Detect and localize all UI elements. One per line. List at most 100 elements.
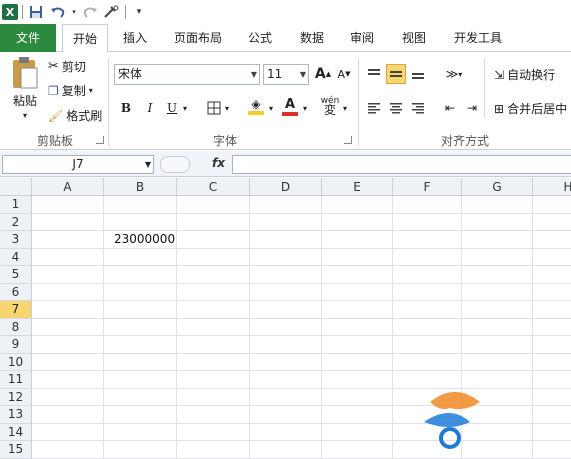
- cell-d5[interactable]: [250, 266, 322, 284]
- cell-d12[interactable]: [250, 388, 322, 406]
- save-icon[interactable]: [27, 3, 45, 21]
- cell-g7[interactable]: [462, 301, 533, 319]
- customize-icon[interactable]: [103, 3, 121, 21]
- cell-a3[interactable]: [32, 231, 104, 249]
- cell-e14[interactable]: [322, 423, 393, 441]
- cell-a2[interactable]: [32, 213, 104, 231]
- row-header-15[interactable]: 15: [0, 441, 32, 459]
- align-middle-button[interactable]: [386, 64, 406, 84]
- column-header-b[interactable]: B: [104, 178, 177, 196]
- cell-d6[interactable]: [250, 283, 322, 301]
- row-header-9[interactable]: 9: [0, 336, 32, 354]
- tab-home[interactable]: 开始: [62, 24, 108, 53]
- fill-color-button[interactable]: ◈: [246, 96, 266, 116]
- cell-g4[interactable]: [462, 248, 533, 266]
- undo-icon[interactable]: [49, 3, 67, 21]
- cell-h5[interactable]: [533, 266, 571, 284]
- cell-g1[interactable]: [462, 196, 533, 214]
- cell-f6[interactable]: [393, 283, 462, 301]
- cell-c6[interactable]: [177, 283, 250, 301]
- cell-b10[interactable]: [104, 353, 177, 371]
- cell-a5[interactable]: [32, 266, 104, 284]
- align-bottom-button[interactable]: [408, 64, 428, 84]
- cell-c4[interactable]: [177, 248, 250, 266]
- format-painter-button[interactable]: 🖌 格式刷: [48, 107, 102, 124]
- row-header-13[interactable]: 13: [0, 406, 32, 424]
- row-header-11[interactable]: 11: [0, 371, 32, 389]
- cell-c2[interactable]: [177, 213, 250, 231]
- cell-h10[interactable]: [533, 354, 571, 371]
- cell-f4[interactable]: [393, 248, 462, 266]
- cell-f5[interactable]: [393, 266, 462, 284]
- phonetic-button[interactable]: wén 変: [320, 96, 340, 117]
- underline-button[interactable]: U: [162, 98, 182, 118]
- tab-page-layout[interactable]: 页面布局: [166, 24, 230, 52]
- column-header-g[interactable]: G: [462, 178, 533, 196]
- redo-icon[interactable]: [81, 3, 99, 21]
- cell-c9[interactable]: [177, 336, 250, 354]
- cell-a12[interactable]: [32, 388, 104, 406]
- bold-button[interactable]: B: [116, 98, 136, 118]
- row-header-8[interactable]: 8: [0, 318, 32, 336]
- cell-e1[interactable]: [322, 196, 393, 214]
- cell-e6[interactable]: [322, 283, 393, 301]
- cell-g9[interactable]: [462, 336, 533, 354]
- cell-b15[interactable]: [104, 441, 177, 459]
- cell-d14[interactable]: [250, 423, 322, 441]
- cell-a1[interactable]: [32, 196, 104, 214]
- cell-d15[interactable]: [250, 441, 322, 459]
- cell-c15[interactable]: [177, 441, 250, 459]
- decrease-indent-button[interactable]: ⇤: [440, 98, 460, 118]
- row-header-1[interactable]: 1: [0, 196, 32, 214]
- cell-f8[interactable]: [393, 318, 462, 336]
- font-size-combo[interactable]: 11 ▼: [263, 64, 309, 85]
- cell-h2[interactable]: [533, 214, 571, 231]
- cell-h7[interactable]: [533, 301, 571, 319]
- fill-dropdown-icon[interactable]: ▾: [266, 98, 276, 118]
- paste-button[interactable]: 粘贴 ▾: [8, 56, 42, 126]
- cell-e9[interactable]: [322, 336, 393, 354]
- column-header-h[interactable]: H: [533, 178, 571, 196]
- column-header-f[interactable]: F: [393, 178, 462, 196]
- cell-a13[interactable]: [32, 406, 104, 424]
- cell-c13[interactable]: [177, 406, 250, 424]
- font-launcher-icon[interactable]: [344, 136, 352, 144]
- borders-dropdown-icon[interactable]: ▾: [222, 98, 232, 118]
- tab-file[interactable]: 文件: [0, 24, 56, 52]
- font-color-dropdown-icon[interactable]: ▾: [300, 98, 310, 118]
- cell-b8[interactable]: [104, 318, 177, 336]
- merge-center-button[interactable]: ⊞ 合并后居中: [494, 100, 567, 117]
- cell-c1[interactable]: [177, 196, 250, 214]
- phonetic-dropdown-icon[interactable]: ▾: [340, 98, 350, 118]
- cell-a7[interactable]: [32, 301, 104, 319]
- qat-menu-icon[interactable]: ▾: [130, 3, 148, 21]
- cell-h8[interactable]: [533, 319, 571, 336]
- insert-function-icon[interactable]: fx: [212, 156, 225, 170]
- tab-formulas[interactable]: 公式: [240, 24, 280, 52]
- borders-button[interactable]: [204, 98, 224, 118]
- italic-button[interactable]: I: [140, 98, 160, 118]
- cell-e4[interactable]: [322, 248, 393, 266]
- cell-f3[interactable]: [393, 231, 462, 249]
- row-header-10[interactable]: 10: [0, 353, 32, 371]
- cell-e12[interactable]: [322, 388, 393, 406]
- cell-a9[interactable]: [32, 336, 104, 354]
- cell-d8[interactable]: [250, 318, 322, 336]
- cell-b13[interactable]: [104, 406, 177, 424]
- cell-b12[interactable]: [104, 388, 177, 406]
- cell-b4[interactable]: [104, 248, 177, 266]
- cut-button[interactable]: ✂ 剪切: [48, 58, 86, 75]
- cell-a8[interactable]: [32, 318, 104, 336]
- cell-e10[interactable]: [322, 353, 393, 371]
- cell-a15[interactable]: [32, 441, 104, 459]
- cell-g5[interactable]: [462, 266, 533, 284]
- cell-c10[interactable]: [177, 353, 250, 371]
- cell-b6[interactable]: [104, 283, 177, 301]
- cell-g8[interactable]: [462, 318, 533, 336]
- cell-e5[interactable]: [322, 266, 393, 284]
- cell-g6[interactable]: [462, 283, 533, 301]
- row-header-2[interactable]: 2: [0, 213, 32, 231]
- cell-e13[interactable]: [322, 406, 393, 424]
- underline-dropdown-icon[interactable]: ▾: [180, 98, 190, 118]
- cell-b2[interactable]: [104, 213, 177, 231]
